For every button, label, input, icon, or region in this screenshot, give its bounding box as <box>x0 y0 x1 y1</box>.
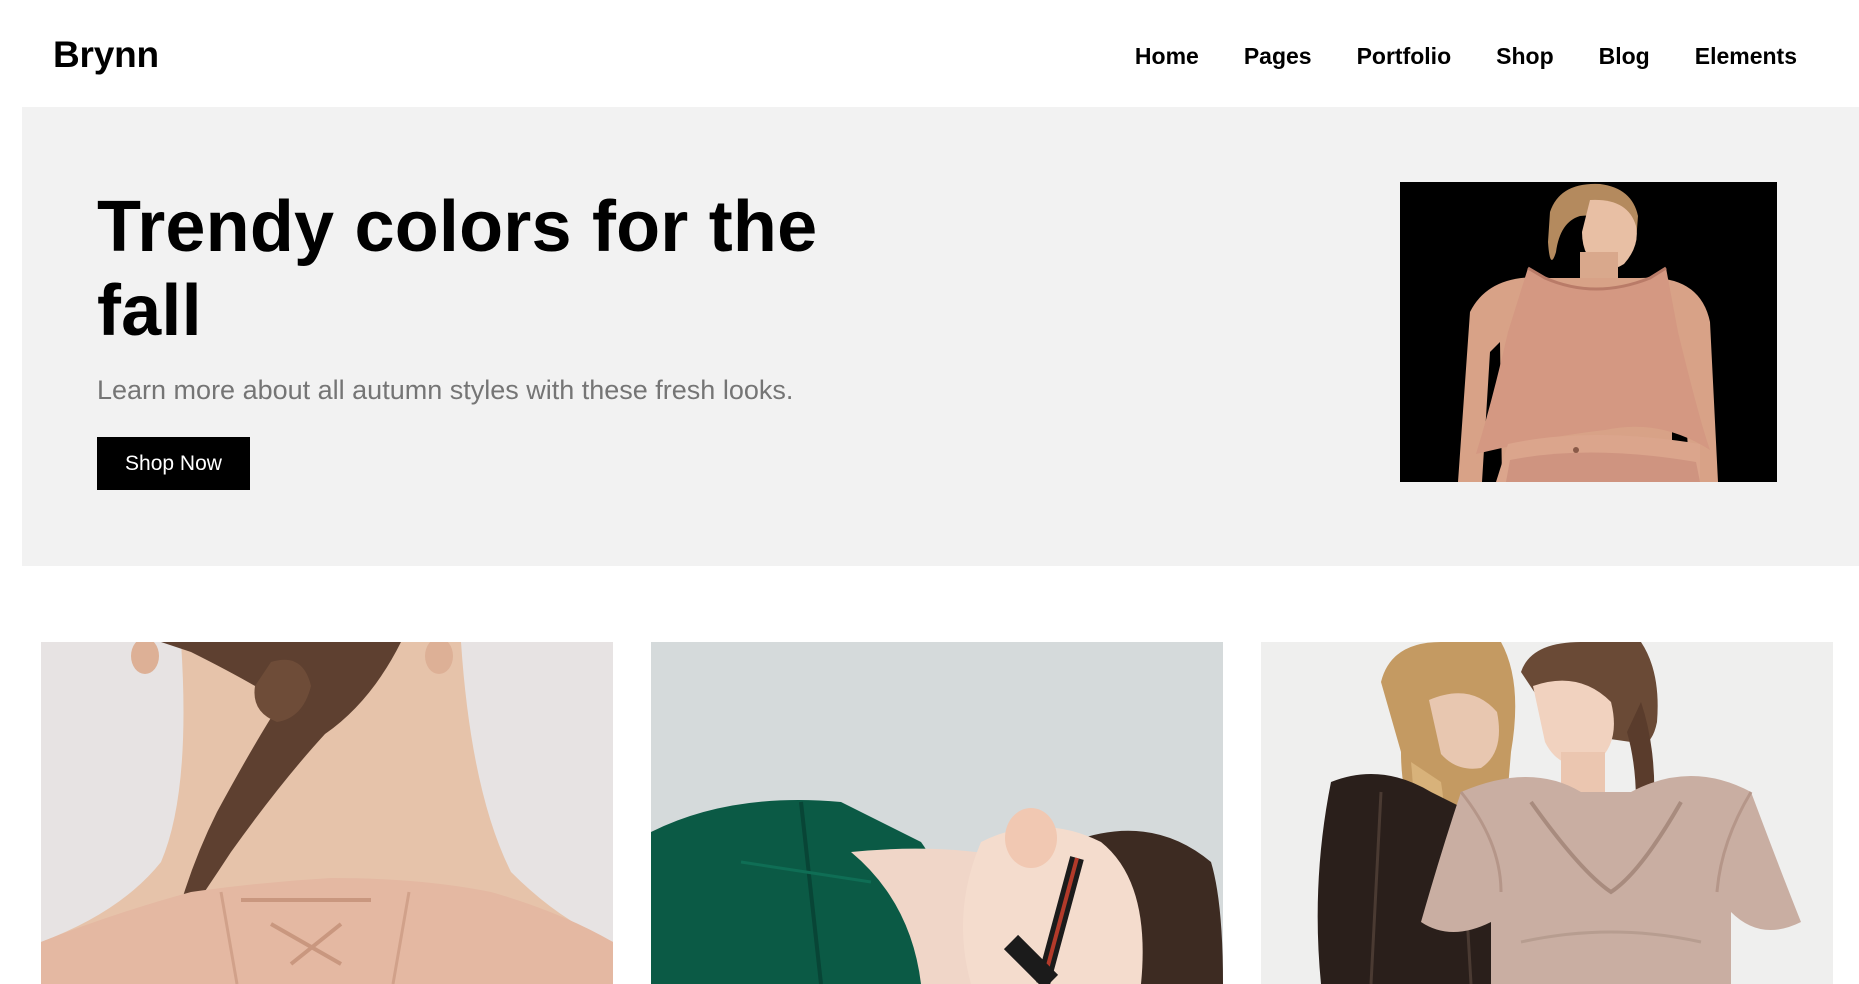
nav-item-home[interactable]: Home <box>1135 42 1199 70</box>
shop-now-button[interactable]: Shop Now <box>97 437 250 490</box>
nav-item-blog[interactable]: Blog <box>1599 42 1650 70</box>
nav-item-shop[interactable]: Shop <box>1496 42 1554 70</box>
hero-subtitle: Learn more about all autumn styles with … <box>97 375 794 405</box>
hero-model-image[interactable] <box>1400 182 1777 482</box>
product-image-two-models[interactable] <box>1261 642 1833 984</box>
site-header: Brynn Home Pages Portfolio Shop Blog Ele… <box>0 0 1859 107</box>
main-nav: Home Pages Portfolio Shop Blog Elements <box>1090 42 1797 70</box>
nav-item-portfolio[interactable]: Portfolio <box>1357 42 1452 70</box>
hero-title: Trendy colors for the fall <box>97 187 818 351</box>
nav-item-elements[interactable]: Elements <box>1695 42 1797 70</box>
product-image-ponytail[interactable] <box>41 642 613 984</box>
nav-item-pages[interactable]: Pages <box>1244 42 1312 70</box>
hero-banner: Trendy colors for the fall Learn more ab… <box>22 107 1859 566</box>
product-image-sunglasses[interactable] <box>651 642 1223 984</box>
site-logo[interactable]: Brynn <box>53 35 159 75</box>
